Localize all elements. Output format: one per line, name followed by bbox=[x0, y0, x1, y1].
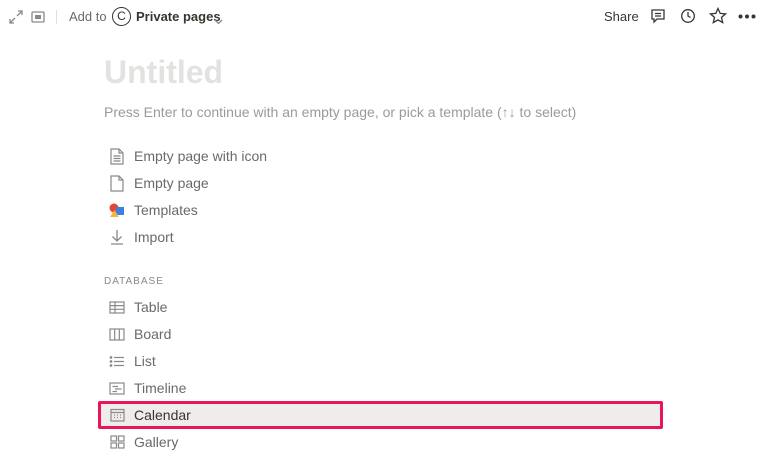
comment-icon[interactable] bbox=[650, 8, 666, 24]
table-icon bbox=[108, 298, 126, 316]
separator bbox=[56, 10, 57, 24]
option-label: Templates bbox=[134, 202, 198, 218]
add-to-label: Add to bbox=[69, 9, 107, 24]
page-icon bbox=[108, 174, 126, 192]
share-button[interactable]: Share bbox=[604, 9, 639, 24]
page-hint-text: Press Enter to continue with an empty pa… bbox=[104, 104, 577, 120]
database-option-table[interactable]: Table bbox=[104, 295, 624, 319]
templates-shapes-icon bbox=[108, 201, 126, 219]
page-lines-icon bbox=[108, 147, 126, 165]
option-label: Empty page bbox=[134, 175, 209, 191]
option-empty-page-with-icon[interactable]: Empty page with icon bbox=[104, 144, 624, 168]
peek-mode-icon[interactable] bbox=[31, 10, 45, 24]
option-label: Timeline bbox=[134, 380, 187, 396]
option-label: Gallery bbox=[134, 434, 179, 450]
workspace-selector[interactable]: Private pages bbox=[136, 9, 221, 24]
database-option-board[interactable]: Board bbox=[104, 322, 624, 346]
page-title-placeholder[interactable]: Untitled bbox=[104, 54, 223, 91]
option-label: Import bbox=[134, 229, 174, 245]
board-icon bbox=[108, 325, 126, 343]
chevron-down-icon[interactable] bbox=[214, 12, 223, 30]
database-section-label: DATABASE bbox=[104, 276, 164, 287]
gallery-icon bbox=[108, 433, 126, 451]
database-option-timeline[interactable]: Timeline bbox=[104, 376, 624, 400]
option-label: Board bbox=[134, 326, 172, 342]
download-arrow-icon bbox=[108, 228, 126, 246]
option-label: Calendar bbox=[134, 407, 191, 423]
timeline-icon bbox=[108, 379, 126, 397]
option-empty-page[interactable]: Empty page bbox=[104, 171, 624, 195]
option-label: Table bbox=[134, 299, 168, 315]
star-icon[interactable] bbox=[709, 7, 727, 25]
history-clock-icon[interactable] bbox=[680, 8, 696, 24]
database-option-list[interactable]: List bbox=[104, 349, 624, 373]
database-option-gallery[interactable]: Gallery bbox=[104, 430, 624, 454]
list-icon bbox=[108, 352, 126, 370]
option-templates[interactable]: Templates bbox=[104, 198, 624, 222]
calendar-icon bbox=[108, 406, 126, 424]
top-bar: Add to C Private pages Share bbox=[0, 0, 768, 34]
more-options-icon[interactable] bbox=[738, 14, 756, 19]
expand-icon[interactable] bbox=[9, 10, 23, 24]
database-option-calendar[interactable]: Calendar bbox=[104, 403, 624, 427]
option-label: List bbox=[134, 353, 156, 369]
option-label: Empty page with icon bbox=[134, 148, 268, 164]
option-import[interactable]: Import bbox=[104, 225, 624, 249]
workspace-avatar[interactable]: C bbox=[112, 7, 131, 26]
